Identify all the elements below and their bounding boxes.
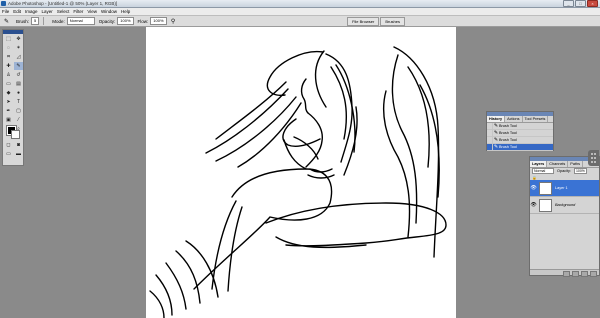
quick-mask-mode-icon[interactable]: ◙ <box>14 141 23 149</box>
blur-tool-icon[interactable]: ◆ <box>4 89 13 97</box>
menu-bar: File Edit Image Layer Select Filter View… <box>0 8 600 16</box>
crop-tool-icon[interactable]: ⌗ <box>4 53 13 61</box>
layer-opacity-field[interactable]: 100% <box>573 168 587 174</box>
tab-actions[interactable]: Actions <box>505 116 523 122</box>
history-panel: History Actions Tool Presets ✎ Brush Tool… <box>486 111 554 151</box>
pen-tool-icon[interactable]: ✒ <box>4 107 13 115</box>
brush-label: Brush: <box>16 18 30 24</box>
menu-view[interactable]: View <box>85 8 99 15</box>
dodge-tool-icon[interactable]: ● <box>14 89 23 97</box>
palette-well: File Browser Brushes <box>347 17 405 26</box>
lasso-tool-icon[interactable]: ◌ <box>4 44 13 52</box>
tab-tool-presets[interactable]: Tool Presets <box>523 116 549 122</box>
separator <box>43 17 45 25</box>
standard-mode-icon[interactable]: ◻ <box>4 141 13 149</box>
mode-label: Mode: <box>52 18 65 24</box>
layer-thumbnail <box>539 181 552 195</box>
notes-tool-icon[interactable]: ▣ <box>4 116 13 124</box>
title-bar: Adobe Photoshop - [Untitled-1 @ 50% (Lay… <box>0 0 600 8</box>
clone-stamp-tool-icon[interactable]: ♙ <box>4 71 13 79</box>
history-item-label: Brush Tool <box>499 124 517 128</box>
tab-file-browser[interactable]: File Browser <box>347 17 380 26</box>
layer-row[interactable]: 👁 Background <box>530 197 599 214</box>
layer-style-button[interactable] <box>563 271 570 277</box>
history-brush-tool-icon[interactable]: ↺ <box>14 71 23 79</box>
flow-field[interactable]: 100% <box>150 17 167 25</box>
brush-tool-icon[interactable]: ✎ <box>14 62 23 70</box>
document-canvas[interactable] <box>146 27 456 318</box>
healing-brush-tool-icon[interactable]: ✚ <box>4 62 13 70</box>
menu-help[interactable]: Help <box>119 8 132 15</box>
layer-opacity-label: Opacity: <box>557 169 571 173</box>
mode-select[interactable]: Normal <box>66 17 95 25</box>
flow-label: Flow: <box>137 18 149 24</box>
layer-row[interactable]: 👁 Layer 1 <box>530 180 599 197</box>
history-panel-tabs: History Actions Tool Presets <box>487 116 553 123</box>
background-color-swatch[interactable] <box>11 130 20 139</box>
mermaid-line-drawing <box>149 46 447 318</box>
options-bar: ✎ Brush: 5 Mode: Normal Opacity: 100% Fl… <box>0 16 600 27</box>
toolbox: ⬚ ✥ ◌ ✶ ⌗ ◿ ✚ ✎ ♙ ↺ ▭ ▤ ◆ ● ➤ T ✒ ▢ ▣ ⁄ … <box>2 29 24 166</box>
tab-paths[interactable]: Paths <box>568 161 584 167</box>
move-tool-icon[interactable]: ✥ <box>14 35 23 43</box>
eye-icon[interactable]: 👁 <box>530 202 537 208</box>
shape-tool-icon[interactable]: ▢ <box>14 107 23 115</box>
tab-channels[interactable]: Channels <box>547 161 569 167</box>
photoshop-logo-icon <box>1 1 6 6</box>
airbrush-icon[interactable]: ⚲ <box>170 18 177 25</box>
opacity-field[interactable]: 100% <box>117 17 134 25</box>
menu-select[interactable]: Select <box>55 8 72 15</box>
opacity-label: Opacity: <box>98 18 116 24</box>
tab-layers[interactable]: Layers <box>530 161 548 167</box>
history-item[interactable]: ✎ Brush Tool <box>487 123 553 130</box>
minimize-button[interactable]: _ <box>563 0 574 7</box>
menu-window[interactable]: Window <box>99 8 119 15</box>
eraser-tool-icon[interactable]: ▭ <box>4 80 13 88</box>
marquee-tool-icon[interactable]: ⬚ <box>4 35 13 43</box>
tab-history[interactable]: History <box>487 116 506 122</box>
tab-brushes[interactable]: Brushes <box>380 17 405 26</box>
blend-mode-select[interactable]: Normal <box>532 168 554 174</box>
window-title: Adobe Photoshop - [Untitled-1 @ 50% (Lay… <box>8 1 118 6</box>
magic-wand-tool-icon[interactable]: ✶ <box>14 44 23 52</box>
screen-mode-icon[interactable]: ▭ <box>4 150 13 158</box>
close-button[interactable]: × <box>587 0 598 7</box>
navigation-wheel-widget[interactable] <box>588 150 599 166</box>
type-tool-icon[interactable]: T <box>14 98 23 106</box>
window-controls: _ □ × <box>563 0 598 7</box>
layer-name: Layer 1 <box>555 186 568 190</box>
brush-tool-icon[interactable]: ✎ <box>3 18 10 25</box>
menu-image[interactable]: Image <box>23 8 40 15</box>
history-item-label: Brush Tool <box>499 145 517 149</box>
history-item-label: Brush Tool <box>499 131 517 135</box>
layer-name: Background <box>555 203 576 207</box>
history-item[interactable]: ✎ Brush Tool <box>487 130 553 137</box>
eyedropper-tool-icon[interactable]: ⁄ <box>14 116 23 124</box>
lock-icon[interactable]: 🔒 <box>532 175 537 180</box>
slice-tool-icon[interactable]: ◿ <box>14 53 23 61</box>
delete-layer-button[interactable] <box>590 271 597 277</box>
layer-thumbnail <box>539 198 552 212</box>
layers-footer <box>530 269 599 277</box>
menu-filter[interactable]: Filter <box>71 8 85 15</box>
brush-size-picker[interactable]: 5 <box>31 17 40 25</box>
menu-edit[interactable]: Edit <box>11 8 23 15</box>
menu-layer[interactable]: Layer <box>40 8 55 15</box>
history-item[interactable]: ✎ Brush Tool <box>487 137 553 144</box>
menu-file[interactable]: File <box>0 8 11 15</box>
gradient-tool-icon[interactable]: ▤ <box>14 80 23 88</box>
layers-panel: Layers Channels Paths Normal Opacity: 10… <box>529 156 600 277</box>
new-layer-button[interactable] <box>581 271 588 277</box>
full-screen-mode-icon[interactable]: ▬ <box>14 150 23 158</box>
history-item-selected[interactable]: ✎ Brush Tool <box>487 144 553 151</box>
history-item-label: Brush Tool <box>499 138 517 142</box>
eye-icon[interactable]: 👁 <box>530 185 537 191</box>
layer-mask-button[interactable] <box>572 271 579 277</box>
path-selection-tool-icon[interactable]: ➤ <box>4 98 13 106</box>
maximize-button[interactable]: □ <box>575 0 586 7</box>
